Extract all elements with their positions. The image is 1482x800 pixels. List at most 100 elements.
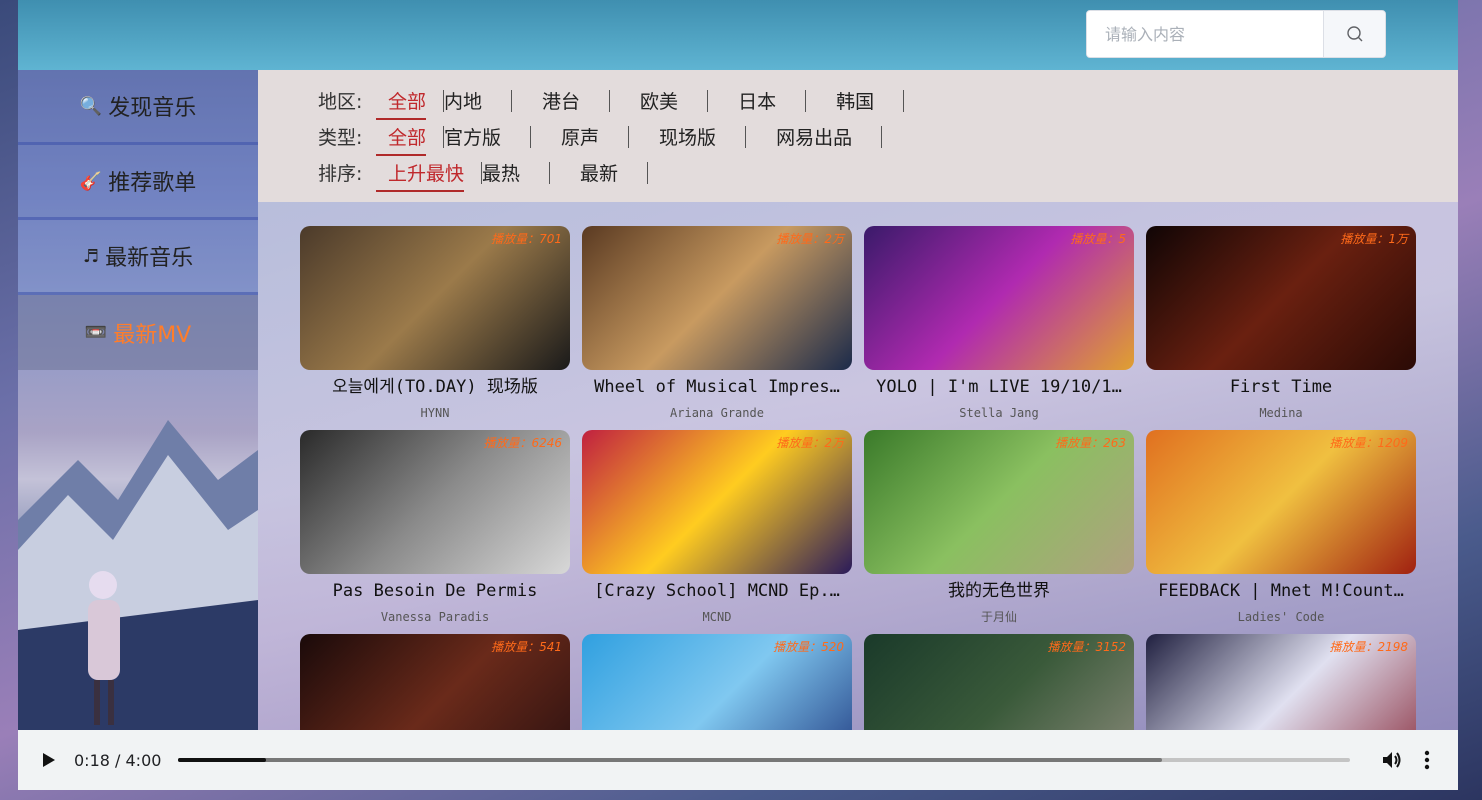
mv-title[interactable]: 오늘에게(TO.DAY) 现场版 bbox=[300, 374, 570, 400]
filter-option-order[interactable]: 最新 bbox=[580, 159, 649, 186]
mv-thumbnail[interactable]: 播放量：263 bbox=[864, 430, 1134, 574]
video-icon: 📼 bbox=[84, 322, 108, 343]
volume-icon[interactable] bbox=[1380, 749, 1402, 771]
mv-play-count: 播放量：5 bbox=[1070, 232, 1126, 246]
mv-artist[interactable]: MCND bbox=[582, 604, 852, 624]
filter-option-order[interactable]: 上升最快 bbox=[376, 159, 483, 192]
filter-option-label: 最热 bbox=[482, 162, 521, 185]
player-progress-bar[interactable] bbox=[178, 758, 1350, 762]
filter-option-area[interactable]: 内地 bbox=[444, 87, 513, 114]
guitar-icon: 🎸 bbox=[79, 170, 103, 192]
search-box bbox=[1086, 10, 1386, 58]
audio-player: 0:18 / 4:00 bbox=[18, 730, 1458, 790]
filter-label-type: 类型: bbox=[318, 126, 363, 149]
mv-title[interactable]: FEEDBACK | Mnet M!Count… bbox=[1146, 578, 1416, 604]
mv-artist[interactable]: Vanessa Paradis bbox=[300, 604, 570, 624]
mv-thumbnail[interactable]: 播放量：3152 bbox=[864, 634, 1134, 730]
mv-card[interactable]: 播放量：263 我的无色世界 于月仙 bbox=[864, 430, 1134, 624]
filter-row-type: 类型: 全部 官方版 原声 现场版 网易出品 bbox=[318, 121, 912, 156]
sidebar-background-art bbox=[18, 420, 258, 730]
mv-thumbnail[interactable]: 播放量：6246 bbox=[300, 430, 570, 574]
filter-option-type[interactable]: 现场版 bbox=[659, 123, 747, 150]
mv-card[interactable]: 播放量：2万 [Crazy School] MCND Ep.… MCND bbox=[582, 430, 852, 624]
filter-option-label: 内地 bbox=[444, 90, 483, 113]
mv-title[interactable]: Wheel of Musical Impres… bbox=[582, 374, 852, 400]
mv-play-count: 播放量：1209 bbox=[1329, 436, 1408, 450]
sidebar-item-1[interactable]: 🎸 推荐歌单 bbox=[18, 145, 258, 220]
mv-thumbnail[interactable]: 播放量：541 bbox=[300, 634, 570, 730]
selected-underline bbox=[376, 189, 465, 192]
mv-thumbnail[interactable]: 播放量：2198 bbox=[1146, 634, 1416, 730]
search-input[interactable] bbox=[1087, 11, 1323, 57]
mv-card[interactable]: 播放量：5 YOLO | I'm LIVE 19/10/1… Stella Jang bbox=[864, 226, 1134, 420]
filter-option-area[interactable]: 港台 bbox=[542, 87, 611, 114]
mv-title[interactable]: 我的无色世界 bbox=[864, 578, 1134, 604]
mv-card[interactable]: 播放量：520 bbox=[582, 634, 852, 730]
mv-play-count: 播放量：263 bbox=[1055, 436, 1126, 450]
player-time: 0:18 / 4:00 bbox=[74, 750, 162, 770]
filter-option-type[interactable]: 网易出品 bbox=[776, 123, 883, 150]
header-bar bbox=[18, 0, 1458, 70]
filter-label-order: 排序: bbox=[318, 162, 363, 185]
sidebar-item-label: 发现音乐 bbox=[108, 96, 197, 121]
music-note-icon: ♬ bbox=[82, 245, 100, 267]
mv-title[interactable]: [Crazy School] MCND Ep.… bbox=[582, 578, 852, 604]
mv-artist[interactable]: 于月仙 bbox=[864, 604, 1134, 624]
filter-row-area: 地区: 全部 内地 港台 欧美 日本 韩国 bbox=[318, 85, 934, 120]
filter-option-type[interactable]: 官方版 bbox=[444, 123, 532, 150]
mv-card[interactable]: 播放量：6246 Pas Besoin De Permis Vanessa Para… bbox=[300, 430, 570, 624]
mv-thumbnail[interactable]: 播放量：1万 bbox=[1146, 226, 1416, 370]
mv-artist[interactable]: HYNN bbox=[300, 400, 570, 420]
filter-option-label: 欧美 bbox=[640, 90, 679, 113]
mv-play-count: 播放量：520 bbox=[773, 640, 844, 654]
mv-card[interactable]: 播放量：2198 bbox=[1146, 634, 1416, 730]
filter-option-label: 日本 bbox=[738, 90, 777, 113]
more-options-icon[interactable] bbox=[1424, 750, 1430, 770]
filter-option-type[interactable]: 原声 bbox=[561, 123, 630, 150]
mv-artist[interactable]: Ariana Grande bbox=[582, 400, 852, 420]
filter-option-type[interactable]: 全部 bbox=[376, 123, 445, 156]
mv-thumbnail[interactable]: 播放量：2万 bbox=[582, 226, 852, 370]
filter-option-area[interactable]: 欧美 bbox=[640, 87, 709, 114]
filter-option-label: 现场版 bbox=[659, 126, 717, 149]
filter-option-label: 官方版 bbox=[444, 126, 502, 149]
filter-panel: 地区: 全部 内地 港台 欧美 日本 韩国 类型: 全部 官方版 原声 现场版 网易出品 排序: … bbox=[258, 70, 1458, 202]
player-buffered bbox=[178, 758, 1163, 762]
mv-card[interactable]: 播放量：2万 Wheel of Musical Impres… Ariana Gra… bbox=[582, 226, 852, 420]
filter-option-order[interactable]: 最热 bbox=[482, 159, 551, 186]
mv-card[interactable]: 播放量：1万 First Time Medina bbox=[1146, 226, 1416, 420]
sidebar-item-label: 推荐歌单 bbox=[108, 171, 197, 196]
play-button[interactable] bbox=[38, 750, 58, 770]
sidebar-item-label: 最新音乐 bbox=[105, 246, 194, 271]
mv-artist[interactable]: Ladies' Code bbox=[1146, 604, 1416, 624]
mv-card[interactable]: 播放量：701 오늘에게(TO.DAY) 现场版 HYNN bbox=[300, 226, 570, 420]
mv-thumbnail[interactable]: 播放量：520 bbox=[582, 634, 852, 730]
filter-option-area[interactable]: 韩国 bbox=[836, 87, 905, 114]
filter-option-label: 全部 bbox=[388, 126, 427, 149]
mv-thumbnail[interactable]: 播放量：1209 bbox=[1146, 430, 1416, 574]
mv-title[interactable]: Pas Besoin De Permis bbox=[300, 578, 570, 604]
search-button[interactable] bbox=[1323, 11, 1385, 57]
filter-label-area: 地区: bbox=[318, 90, 363, 113]
filter-option-area[interactable]: 日本 bbox=[738, 87, 807, 114]
mv-artist[interactable]: Medina bbox=[1146, 400, 1416, 420]
sidebar-item-2[interactable]: ♬ 最新音乐 bbox=[18, 220, 258, 295]
mv-card[interactable]: 播放量：541 bbox=[300, 634, 570, 730]
sidebar-item-0[interactable]: 🔍 发现音乐 bbox=[18, 70, 258, 145]
mv-thumbnail[interactable]: 播放量：2万 bbox=[582, 430, 852, 574]
mv-title[interactable]: First Time bbox=[1146, 374, 1416, 400]
mv-card[interactable]: 播放量：3152 bbox=[864, 634, 1134, 730]
mv-thumbnail[interactable]: 播放量：5 bbox=[864, 226, 1134, 370]
mv-artist[interactable]: Stella Jang bbox=[864, 400, 1134, 420]
sidebar-item-3[interactable]: 📼 最新MV bbox=[18, 295, 258, 370]
filter-option-label: 最新 bbox=[580, 162, 619, 185]
filter-option-label: 原声 bbox=[561, 126, 600, 149]
selected-underline bbox=[376, 153, 427, 156]
app-window: 🔍发现音乐🎸推荐歌单♬最新音乐📼最新MV 地区: 全部内地港台欧美日本韩国 类型… bbox=[18, 0, 1458, 790]
mv-card[interactable]: 播放量：1209 FEEDBACK | Mnet M!Count… Ladies' … bbox=[1146, 430, 1416, 624]
mv-thumbnail[interactable]: 播放量：701 bbox=[300, 226, 570, 370]
search-icon: 🔍 bbox=[79, 95, 103, 117]
filter-option-label: 港台 bbox=[542, 90, 581, 113]
filter-option-area[interactable]: 全部 bbox=[376, 87, 445, 120]
mv-title[interactable]: YOLO | I'm LIVE 19/10/1… bbox=[864, 374, 1134, 400]
